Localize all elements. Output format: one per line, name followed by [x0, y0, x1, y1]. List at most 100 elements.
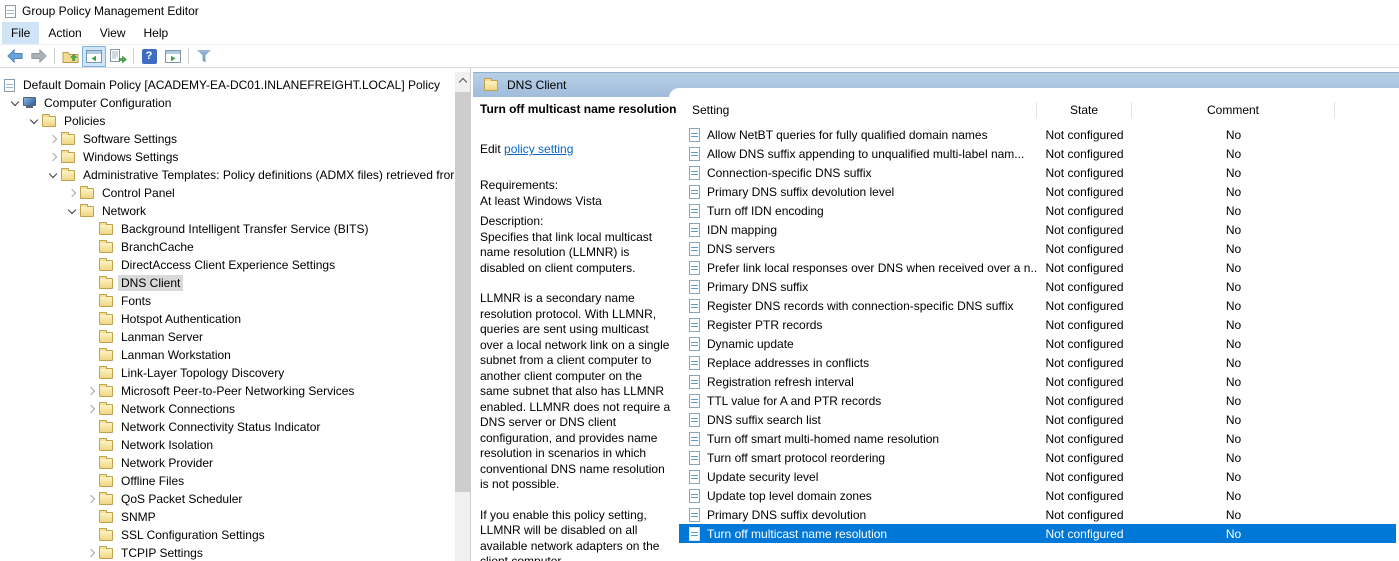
state-cell: Not configured [1037, 261, 1132, 275]
setting-row[interactable]: TTL value for A and PTR recordsNot confi… [679, 391, 1399, 410]
export-list-icon [110, 49, 127, 63]
setting-name: Connection-specific DNS suffix [707, 166, 872, 180]
chevron-down-icon[interactable] [7, 94, 23, 112]
setting-name: Turn off multicast name resolution [707, 527, 887, 541]
tree-item[interactable]: Microsoft Peer-to-Peer Networking Servic… [0, 382, 470, 400]
chevron-right-icon[interactable] [64, 184, 80, 202]
tree-item-label: Network Connections [118, 401, 238, 417]
help-button[interactable]: ? [137, 46, 161, 67]
scrollbar-up-arrow[interactable] [455, 72, 470, 88]
tree-item[interactable]: Administrative Templates: Policy definit… [0, 166, 470, 184]
setting-row[interactable]: Update security levelNot configuredNo [679, 467, 1399, 486]
state-cell: Not configured [1037, 356, 1132, 370]
setting-row[interactable]: Turn off smart multi-homed name resoluti… [679, 429, 1399, 448]
up-one-level-button[interactable] [58, 46, 82, 67]
tree-item[interactable]: Computer Configuration [0, 94, 470, 112]
tree-item[interactable]: Hotspot Authentication [0, 310, 470, 328]
tree-item[interactable]: TCPIP Settings [0, 544, 470, 561]
setting-row[interactable]: Turn off IDN encodingNot configuredNo [679, 201, 1399, 220]
settings-rows: Allow NetBT queries for fully qualified … [679, 125, 1399, 543]
tree-item[interactable]: Policies [0, 112, 470, 130]
tree-item[interactable]: Network [0, 202, 470, 220]
back-button[interactable] [3, 46, 27, 67]
tree-item[interactable]: Fonts [0, 292, 470, 310]
forward-button[interactable] [27, 46, 51, 67]
chevron-right-icon[interactable] [83, 490, 99, 508]
chevron-down-icon[interactable] [45, 166, 61, 184]
menu-action[interactable]: Action [39, 22, 90, 44]
tree-item[interactable]: Network Provider [0, 454, 470, 472]
folder-icon [484, 80, 498, 91]
tree-item[interactable]: Network Isolation [0, 436, 470, 454]
scrollbar-thumb[interactable] [455, 92, 470, 492]
group-policy-editor-window: Group Policy Management Editor File Acti… [0, 0, 1399, 561]
comment-cell: No [1132, 147, 1335, 161]
chevron-right-icon[interactable] [83, 382, 99, 400]
show-console-tree-button[interactable] [82, 46, 106, 67]
tree-item[interactable]: Default Domain Policy [ACADEMY-EA-DC01.I… [0, 76, 470, 94]
setting-row[interactable]: Registration refresh intervalNot configu… [679, 372, 1399, 391]
tree-item[interactable]: DNS Client [0, 274, 470, 292]
setting-row[interactable]: Primary DNS suffixNot configuredNo [679, 277, 1399, 296]
tree-item[interactable]: SSL Configuration Settings [0, 526, 470, 544]
comment-cell: No [1132, 166, 1335, 180]
setting-row[interactable]: Turn off smart protocol reordering Not co… [679, 448, 1399, 467]
tree-item-label: Fonts [118, 293, 154, 309]
menu-view[interactable]: View [91, 22, 135, 44]
setting-row[interactable]: Allow DNS suffix appending to unqualifie… [679, 144, 1399, 163]
tree-item[interactable]: Lanman Workstation [0, 346, 470, 364]
setting-row[interactable]: DNS serversNot configuredNo [679, 239, 1399, 258]
setting-row[interactable]: Primary DNS suffix devolution levelNot c… [679, 182, 1399, 201]
tree-item[interactable]: DirectAccess Client Experience Settings [0, 256, 470, 274]
tree-scrollbar[interactable] [455, 72, 470, 561]
setting-row[interactable]: Prefer link local responses over DNS whe… [679, 258, 1399, 277]
chevron-right-icon[interactable] [45, 148, 61, 166]
show-action-pane-button[interactable] [161, 46, 185, 67]
setting-row[interactable]: DNS suffix search listNot configuredNo [679, 410, 1399, 429]
setting-row[interactable]: Connection-specific DNS suffixNot config… [679, 163, 1399, 182]
tree-item[interactable]: QoS Packet Scheduler [0, 490, 470, 508]
column-header-state[interactable]: State [1037, 102, 1132, 118]
setting-row[interactable]: Update top level domain zonesNot configu… [679, 486, 1399, 505]
setting-row[interactable]: Allow NetBT queries for fully qualified … [679, 125, 1399, 144]
state-cell: Not configured [1037, 299, 1132, 313]
setting-row[interactable]: IDN mappingNot configuredNo [679, 220, 1399, 239]
settings-list-header: Setting State Comment [679, 100, 1399, 120]
tree-item[interactable]: Network Connectivity Status Indicator [0, 418, 470, 436]
tree-item[interactable]: SNMP [0, 508, 470, 526]
tree-item[interactable]: Network Connections [0, 400, 470, 418]
state-cell: Not configured [1037, 451, 1132, 465]
chevron-right-icon[interactable] [45, 130, 61, 148]
tree-item[interactable]: Windows Settings [0, 148, 470, 166]
export-list-button[interactable] [106, 46, 130, 67]
setting-name: Turn off smart protocol reordering [707, 451, 885, 465]
setting-row[interactable]: Replace addresses in conflictsNot config… [679, 353, 1399, 372]
menu-file[interactable]: File [2, 22, 39, 44]
tree-item[interactable]: BranchCache [0, 238, 470, 256]
chevron-right-icon[interactable] [83, 400, 99, 418]
chevron-down-icon[interactable] [26, 112, 42, 130]
menu-help[interactable]: Help [135, 22, 178, 44]
chevron-down-icon[interactable] [64, 202, 80, 220]
setting-row[interactable]: Turn off multicast name resolutionNot co… [679, 524, 1396, 543]
column-header-setting[interactable]: Setting [679, 102, 1037, 118]
setting-row[interactable]: Primary DNS suffix devolutionNot configu… [679, 505, 1399, 524]
tree-item-label: Lanman Server [118, 329, 206, 345]
tree-item[interactable]: Background Intelligent Transfer Service … [0, 220, 470, 238]
tree-item[interactable]: Link-Layer Topology Discovery [0, 364, 470, 382]
chevron-placeholder [83, 310, 99, 328]
folder-icon [80, 188, 94, 199]
folder-icon [61, 134, 75, 145]
setting-row[interactable]: Register DNS records with connection-spe… [679, 296, 1399, 315]
chevron-right-icon[interactable] [83, 544, 99, 561]
column-header-comment[interactable]: Comment [1132, 102, 1335, 118]
tree-item[interactable]: Lanman Server [0, 328, 470, 346]
setting-row[interactable]: Register PTR recordsNot configuredNo [679, 315, 1399, 334]
edit-policy-setting-link[interactable]: policy setting [504, 142, 573, 156]
tree-item-label: Administrative Templates: Policy definit… [80, 167, 457, 183]
filter-button[interactable] [192, 46, 216, 67]
tree-item[interactable]: Control Panel [0, 184, 470, 202]
tree-item[interactable]: Offline Files [0, 472, 470, 490]
tree-item[interactable]: Software Settings [0, 130, 470, 148]
setting-row[interactable]: Dynamic updateNot configuredNo [679, 334, 1399, 353]
